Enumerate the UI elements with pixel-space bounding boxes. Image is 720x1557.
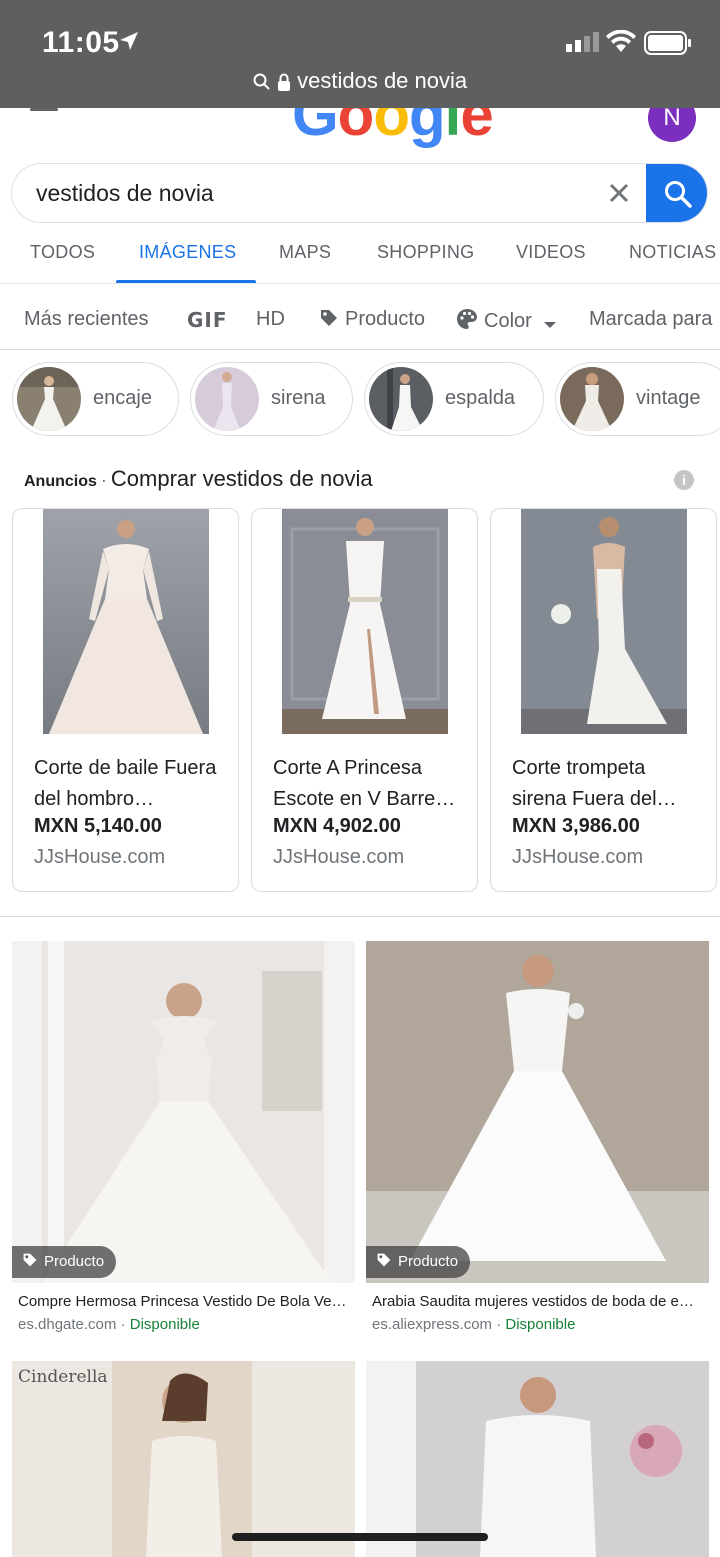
result-meta: es.aliexpress.com · Disponible — [372, 1316, 576, 1333]
product-badge: Producto — [366, 1246, 471, 1278]
suggestion-thumbnail — [560, 367, 624, 431]
result-availability: Disponible — [505, 1316, 576, 1333]
image-overlay-text: Cinderella — [18, 1367, 108, 1387]
ad-store: JJsHouse.com — [273, 846, 405, 868]
ads-label: Anuncios — [24, 473, 97, 490]
section-divider — [0, 916, 720, 917]
suggestion-thumbnail — [369, 367, 433, 431]
url-bar[interactable]: vestidos de novia — [0, 68, 720, 94]
result-image — [12, 1361, 355, 1557]
result-title[interactable]: Compre Hermosa Princesa Vestido De Bola … — [18, 1293, 352, 1310]
ad-product-name: Corte trompeta sirena Fuera del… — [512, 757, 677, 810]
palette-icon — [457, 309, 477, 329]
ad-product-image — [282, 509, 448, 734]
tag-icon — [377, 1253, 391, 1267]
filter-license[interactable]: Marcada para — [589, 308, 712, 331]
status-time: 11:05 — [42, 26, 120, 59]
home-indicator[interactable] — [232, 1533, 488, 1541]
ad-product-price: MXN 3,986.00 — [512, 815, 640, 837]
result-image — [366, 1361, 709, 1557]
search-tabs: TODOS IMÁGENES MAPS SHOPPING VIDEOS NOTI… — [0, 232, 720, 284]
hamburger-menu-icon[interactable] — [30, 108, 58, 117]
wifi-icon — [606, 29, 636, 59]
tab-imagenes[interactable]: IMÁGENES — [139, 242, 236, 263]
ad-product-name: Corte de baile Fuera del hombro… — [34, 757, 217, 810]
image-result[interactable]: Producto Compre Hermosa Princesa Vestido… — [12, 941, 355, 1341]
filter-hd[interactable]: HD — [256, 308, 285, 331]
image-result[interactable]: Producto Arabia Saudita mujeres vestidos… — [366, 941, 709, 1341]
result-source: es.dhgate.com — [18, 1316, 117, 1333]
active-tab-indicator — [116, 280, 256, 283]
tag-icon — [321, 310, 337, 326]
chevron-down-icon — [544, 322, 557, 328]
suggestion-chip-vintage[interactable]: vintage — [555, 362, 720, 436]
search-input[interactable]: vestidos de novia — [36, 180, 214, 207]
result-image — [366, 941, 709, 1283]
location-arrow-icon — [118, 30, 140, 57]
ad-product-price: MXN 5,140.00 — [34, 815, 162, 837]
ad-store: JJsHouse.com — [34, 846, 166, 868]
tab-todos[interactable]: TODOS — [30, 242, 95, 263]
status-bar: 11:05 vestidos de novia — [0, 0, 720, 108]
image-result[interactable]: Cinderella — [12, 1361, 355, 1557]
search-icon — [253, 73, 270, 90]
tag-icon — [23, 1253, 37, 1267]
ad-card[interactable]: Corte de baile Fuera del hombro… MXN 5,1… — [12, 508, 239, 892]
tab-shopping[interactable]: SHOPPING — [377, 242, 474, 263]
account-avatar[interactable]: N — [648, 108, 696, 142]
result-image — [12, 941, 355, 1283]
suggestion-chip-espalda[interactable]: espalda — [364, 362, 544, 436]
result-title[interactable]: Arabia Saudita mujeres vestidos de boda … — [372, 1293, 706, 1310]
ad-product-price: MXN 4,902.00 — [273, 815, 401, 837]
google-logo[interactable]: Google — [292, 108, 494, 148]
product-badge: Producto — [12, 1246, 117, 1278]
search-button[interactable] — [646, 164, 707, 222]
suggestion-chip-encaje[interactable]: encaje — [12, 362, 179, 436]
filter-gif[interactable]: GIF — [187, 308, 228, 332]
result-meta: es.dhgate.com · Disponible — [18, 1316, 200, 1333]
ad-card[interactable]: Corte trompeta sirena Fuera del… MXN 3,9… — [490, 508, 717, 892]
tab-maps[interactable]: MAPS — [279, 242, 331, 263]
suggestion-chip-sirena[interactable]: sirena — [190, 362, 353, 436]
battery-icon — [644, 31, 692, 60]
search-box[interactable]: vestidos de novia — [11, 163, 708, 223]
filter-product[interactable]: Producto — [319, 308, 425, 331]
result-availability: Disponible — [129, 1316, 200, 1333]
ad-store: JJsHouse.com — [512, 846, 644, 868]
lock-icon — [278, 73, 290, 91]
ad-product-image — [521, 509, 687, 734]
tab-videos[interactable]: VIDEOS — [516, 242, 586, 263]
url-text: vestidos de novia — [297, 68, 468, 93]
suggestion-thumbnail — [17, 367, 81, 431]
result-source: es.aliexpress.com — [372, 1316, 493, 1333]
info-icon[interactable]: i — [674, 470, 694, 490]
ads-title: Comprar vestidos de novia — [110, 466, 373, 491]
suggestion-thumbnail — [195, 367, 259, 431]
image-result[interactable] — [366, 1361, 709, 1557]
ad-card[interactable]: Corte A Princesa Escote en V Barre… MXN … — [251, 508, 478, 892]
tab-noticias[interactable]: NOTICIAS — [629, 242, 716, 263]
filter-recent[interactable]: Más recientes — [24, 308, 149, 331]
ads-heading: Anuncios · Comprar vestidos de novia — [24, 466, 373, 491]
filter-color[interactable]: Color — [456, 308, 563, 333]
cellular-signal-icon — [566, 30, 602, 57]
google-header: Google N — [0, 108, 720, 148]
clear-icon[interactable] — [606, 180, 632, 206]
search-icon — [665, 181, 692, 208]
image-filters: Más recientes GIF HD Producto Color Marc… — [0, 290, 720, 350]
ad-product-name: Corte A Princesa Escote en V Barre… — [273, 757, 456, 810]
ad-product-image — [43, 509, 209, 734]
